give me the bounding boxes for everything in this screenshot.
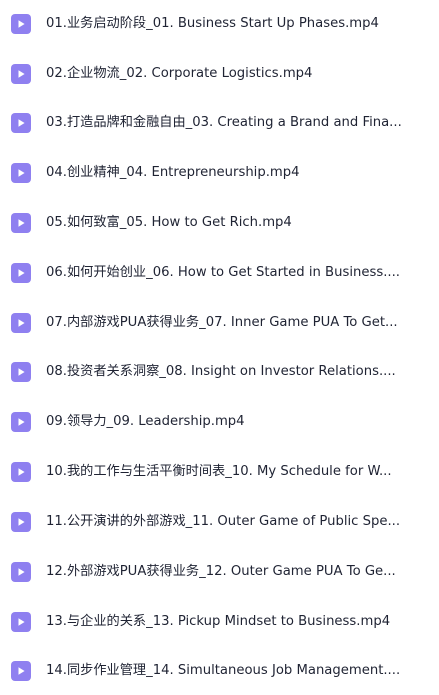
video-file-icon — [11, 64, 31, 84]
file-name: 07.内部游戏PUA获得业务_07. Inner Game PUA To Get… — [46, 315, 398, 330]
file-row[interactable]: 04.创业精神_04. Entrepreneurship.mp4 — [0, 153, 439, 193]
file-row[interactable]: 10.我的工作与生活平衡时间表_10. My Schedule for W... — [0, 452, 439, 492]
video-file-icon — [11, 14, 31, 34]
file-name: 04.创业精神_04. Entrepreneurship.mp4 — [46, 165, 300, 180]
file-row[interactable]: 05.如何致富_05. How to Get Rich.mp4 — [0, 203, 439, 243]
file-name: 10.我的工作与生活平衡时间表_10. My Schedule for W... — [46, 464, 392, 479]
video-file-icon — [11, 213, 31, 233]
file-row[interactable]: 11.公开演讲的外部游戏_11. Outer Game of Public Sp… — [0, 502, 439, 542]
file-row[interactable]: 06.如何开始创业_06. How to Get Started in Busi… — [0, 253, 439, 293]
video-file-icon — [11, 163, 31, 183]
file-name: 01.业务启动阶段_01. Business Start Up Phases.m… — [46, 16, 379, 31]
video-file-icon — [11, 362, 31, 382]
file-name: 08.投资者关系洞察_08. Insight on Investor Relat… — [46, 364, 396, 379]
video-file-icon — [11, 263, 31, 283]
file-list: 01.业务启动阶段_01. Business Start Up Phases.m… — [0, 0, 439, 695]
file-name: 02.企业物流_02. Corporate Logistics.mp4 — [46, 66, 313, 81]
file-row[interactable]: 08.投资者关系洞察_08. Insight on Investor Relat… — [0, 352, 439, 392]
file-name: 14.同步作业管理_14. Simultaneous Job Managemen… — [46, 663, 401, 678]
file-name: 05.如何致富_05. How to Get Rich.mp4 — [46, 215, 292, 230]
file-row[interactable]: 12.外部游戏PUA获得业务_12. Outer Game PUA To Ge.… — [0, 552, 439, 592]
file-name: 06.如何开始创业_06. How to Get Started in Busi… — [46, 265, 400, 280]
file-name: 12.外部游戏PUA获得业务_12. Outer Game PUA To Ge.… — [46, 564, 396, 579]
video-file-icon — [11, 562, 31, 582]
video-file-icon — [11, 412, 31, 432]
video-file-icon — [11, 661, 31, 681]
file-name: 09.领导力_09. Leadership.mp4 — [46, 414, 245, 429]
video-file-icon — [11, 462, 31, 482]
file-row[interactable]: 02.企业物流_02. Corporate Logistics.mp4 — [0, 54, 439, 94]
file-name: 13.与企业的关系_13. Pickup Mindset to Business… — [46, 614, 391, 629]
video-file-icon — [11, 612, 31, 632]
video-file-icon — [11, 313, 31, 333]
file-name: 03.打造品牌和金融自由_03. Creating a Brand and Fi… — [46, 115, 402, 130]
file-row[interactable]: 01.业务启动阶段_01. Business Start Up Phases.m… — [0, 4, 439, 44]
file-row[interactable]: 13.与企业的关系_13. Pickup Mindset to Business… — [0, 602, 439, 642]
video-file-icon — [11, 113, 31, 133]
video-file-icon — [11, 512, 31, 532]
file-row[interactable]: 09.领导力_09. Leadership.mp4 — [0, 402, 439, 442]
file-row[interactable]: 14.同步作业管理_14. Simultaneous Job Managemen… — [0, 651, 439, 691]
file-row[interactable]: 07.内部游戏PUA获得业务_07. Inner Game PUA To Get… — [0, 303, 439, 343]
file-name: 11.公开演讲的外部游戏_11. Outer Game of Public Sp… — [46, 514, 401, 529]
file-row[interactable]: 03.打造品牌和金融自由_03. Creating a Brand and Fi… — [0, 103, 439, 143]
